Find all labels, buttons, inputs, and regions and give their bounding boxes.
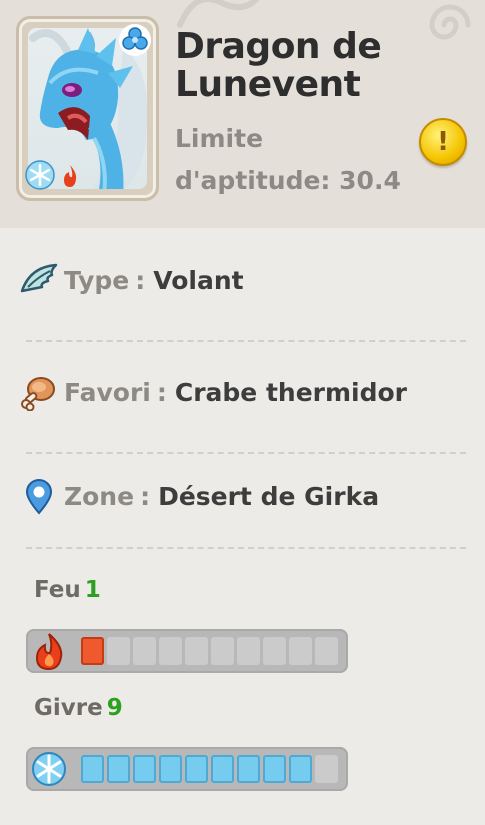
ice-segment-filled	[81, 755, 104, 783]
type-value: Volant	[153, 265, 244, 295]
aptitude-label: Limite d'aptitude:	[175, 124, 331, 195]
info-alert-button[interactable]: !	[419, 118, 467, 166]
fire-segment-empty	[263, 637, 286, 665]
fire-stat-bar	[26, 629, 348, 673]
zone-row: Zone : Désert de Girka	[20, 476, 379, 516]
ice-segment-filled	[159, 755, 182, 783]
type-label: Type	[64, 265, 130, 295]
aptitude-value: 30.4	[339, 166, 401, 195]
snowflake-icon	[25, 160, 55, 190]
ice-segments	[81, 755, 338, 783]
clover-icon	[119, 24, 151, 56]
fire-value: 1	[84, 577, 101, 603]
flame-icon	[64, 165, 77, 187]
fire-label: Feu	[34, 577, 81, 603]
creature-name: Dragon de Lunevent	[175, 26, 382, 105]
fire-segment-empty	[237, 637, 260, 665]
ice-label: Givre	[34, 695, 103, 721]
zone-value: Désert de Girka	[158, 481, 380, 511]
ice-segment-filled	[211, 755, 234, 783]
fire-segment-empty	[211, 637, 234, 665]
fire-segment-empty	[185, 637, 208, 665]
ice-segment-filled	[133, 755, 156, 783]
ice-segment-empty	[315, 755, 338, 783]
meat-icon	[21, 377, 55, 411]
background-swirl-decoration	[429, 4, 471, 40]
type-separator: :	[135, 265, 146, 295]
ice-segment-filled	[185, 755, 208, 783]
type-row: Type : Volant	[20, 260, 244, 300]
location-pin-icon	[25, 479, 53, 515]
creature-header: Dragon de Lunevent Limite d'aptitude: 30…	[0, 0, 485, 228]
favorite-separator: :	[156, 377, 167, 407]
divider	[26, 547, 466, 549]
zone-label: Zone	[64, 481, 135, 511]
exclamation-icon: !	[437, 127, 449, 157]
ice-segment-filled	[107, 755, 130, 783]
divider	[26, 452, 466, 454]
fire-segment-empty	[315, 637, 338, 665]
fire-segment-filled	[81, 637, 104, 665]
aptitude-limit: Limite d'aptitude: 30.4	[175, 118, 415, 202]
divider	[26, 340, 466, 342]
fire-segments	[81, 637, 338, 665]
ice-segment-filled	[289, 755, 312, 783]
fire-segment-empty	[107, 637, 130, 665]
fire-segment-empty	[133, 637, 156, 665]
fire-stat-label: Feu 1	[34, 577, 101, 603]
fire-segment-empty	[159, 637, 182, 665]
ice-segment-filled	[263, 755, 286, 783]
favorite-value: Crabe thermidor	[174, 377, 408, 407]
creature-portrait[interactable]	[16, 16, 159, 201]
zone-separator: :	[140, 481, 151, 511]
fire-segment-empty	[289, 637, 312, 665]
ice-segment-filled	[237, 755, 260, 783]
snowflake-icon	[32, 752, 66, 786]
favorite-row: Favori : Crabe thermidor	[20, 372, 407, 412]
wing-icon	[20, 263, 58, 293]
ice-stat-label: Givre 9	[34, 695, 123, 721]
ice-value: 9	[106, 695, 123, 721]
flame-icon	[35, 633, 63, 670]
ice-stat-bar	[26, 747, 348, 791]
favorite-label: Favori	[64, 377, 151, 407]
